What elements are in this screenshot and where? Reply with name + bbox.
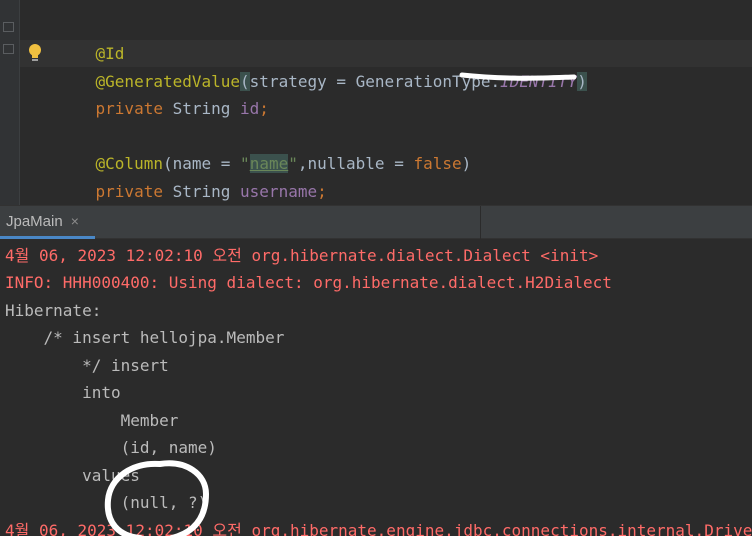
- console-line: Member: [5, 411, 179, 430]
- code-line[interactable]: @Column(name = "name",nullable = false): [57, 123, 471, 173]
- code-line[interactable]: @Id: [57, 13, 125, 63]
- field-token: username: [240, 182, 318, 201]
- keyword-token: private: [95, 99, 163, 118]
- console-output[interactable]: 4월 06, 2023 12:02:10 오전 org.hibernate.di…: [0, 239, 752, 536]
- code-line[interactable]: @GeneratedValue(strategy = GenerationTyp…: [57, 41, 587, 91]
- code-editor[interactable]: @Id @GeneratedValue(strategy = Generatio…: [0, 0, 752, 205]
- lightbulb-icon[interactable]: [27, 43, 43, 63]
- enum-constant-token: IDENTITY: [500, 72, 578, 91]
- semicolon-token: ;: [259, 99, 269, 118]
- console-line: values: [5, 466, 140, 485]
- console-line: /* insert hellojpa.Member: [5, 328, 285, 347]
- divider: [480, 206, 481, 239]
- type-token: String: [162, 99, 241, 118]
- type-token: String: [162, 182, 241, 201]
- semicolon-token: ;: [317, 182, 327, 201]
- code-line[interactable]: private String username;: [57, 151, 327, 201]
- console-line: (id, name): [5, 438, 227, 457]
- run-tool-window-header: JpaMain ×: [0, 205, 752, 239]
- console-line: 4월 06, 2023 12:02:10 오전 org.hibernate.di…: [5, 246, 599, 265]
- fold-marker-icon[interactable]: [3, 44, 14, 54]
- boolean-token: false: [413, 154, 462, 173]
- console-line: (null, ?): [5, 493, 208, 512]
- console-line: Hibernate:: [5, 301, 111, 320]
- tab-label: JpaMain: [6, 212, 63, 230]
- tab-run-jpamain[interactable]: JpaMain ×: [0, 206, 95, 239]
- close-icon[interactable]: ×: [71, 213, 79, 229]
- editor-gutter: [0, 0, 20, 205]
- argument-token: strategy = GenerationType.: [249, 72, 501, 91]
- paren-token: ): [577, 72, 587, 91]
- paren-token: ): [461, 154, 472, 173]
- fold-marker-icon[interactable]: [3, 22, 14, 32]
- field-token: id: [240, 99, 260, 118]
- keyword-token: private: [95, 182, 163, 201]
- console-line: 4월 06, 2023 12:02:10 오전 org.hibernate.en…: [5, 521, 752, 536]
- console-line: into: [5, 383, 121, 402]
- console-line: INFO: HHH000400: Using dialect: org.hibe…: [5, 273, 612, 292]
- console-line: */ insert: [5, 356, 179, 375]
- code-line[interactable]: private String id;: [57, 68, 269, 118]
